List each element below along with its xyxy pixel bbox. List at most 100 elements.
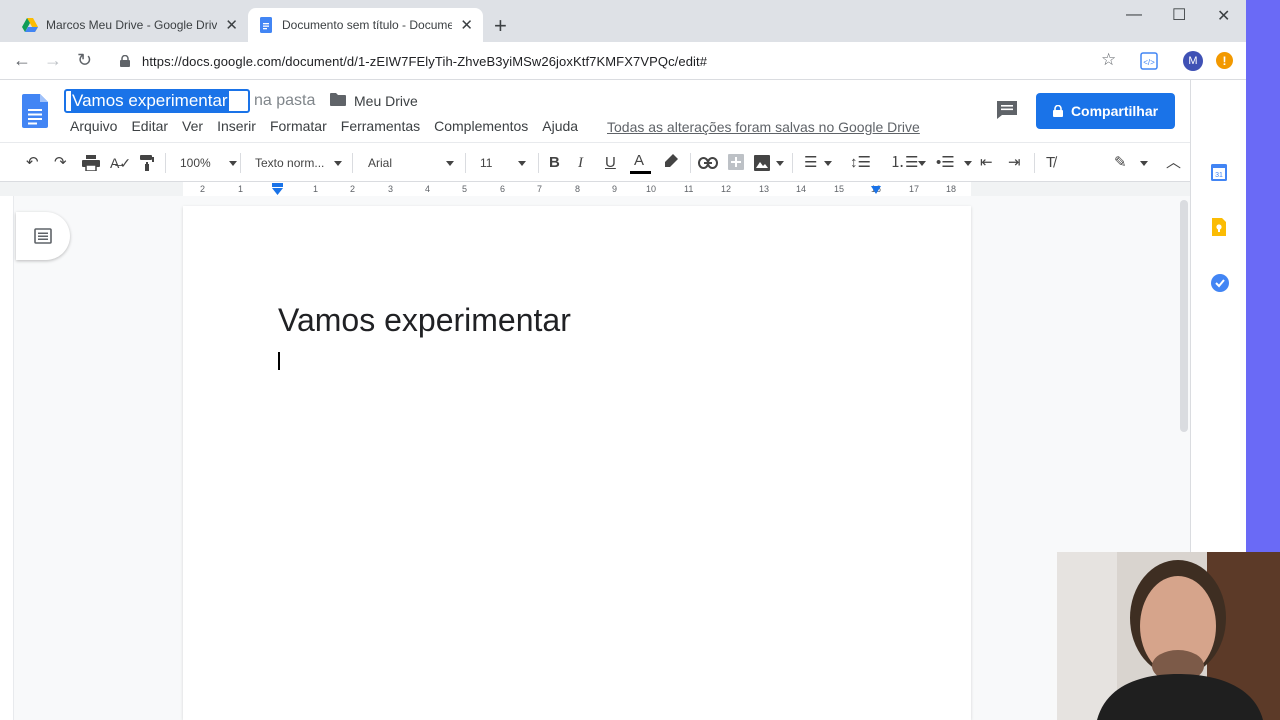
chevron-down-icon[interactable] (776, 161, 784, 166)
vertical-ruler (0, 196, 14, 720)
zoom-select[interactable]: 100% (180, 154, 237, 172)
menu-inserir[interactable]: Inserir (217, 118, 256, 134)
menu-bar: Arquivo Editar Ver Inserir Formatar Ferr… (70, 118, 592, 134)
decrease-indent-icon[interactable]: ⇤ (980, 153, 993, 173)
webcam-overlay (1057, 552, 1280, 720)
tasks-icon[interactable] (1211, 274, 1229, 292)
insert-image-icon[interactable] (754, 155, 770, 171)
insert-link-icon[interactable] (698, 157, 718, 169)
menu-formatar[interactable]: Formatar (270, 118, 327, 134)
ruler-label: 11 (684, 184, 694, 194)
toolbar-separator (165, 153, 166, 173)
chevron-down-icon[interactable] (964, 161, 972, 166)
lock-icon (120, 55, 130, 67)
chevron-down-icon[interactable] (824, 161, 832, 166)
reload-icon[interactable]: ↻ (77, 50, 92, 71)
paragraph-style-value: Texto norm... (255, 156, 325, 170)
ruler-label: 14 (796, 184, 807, 194)
toolbar-separator (465, 153, 466, 173)
extension-icon[interactable]: </> (1140, 52, 1158, 70)
bookmark-star-icon[interactable]: ☆ (1101, 50, 1116, 70)
comments-icon[interactable] (996, 100, 1018, 120)
url-text: https://docs.google.com/document/d/1-zEI… (142, 53, 708, 69)
align-left-icon[interactable]: ☰ (804, 153, 817, 173)
underline-icon[interactable]: U (605, 153, 616, 173)
toolbar-separator (240, 153, 241, 173)
close-tab-icon[interactable]: ✕ (460, 16, 473, 34)
back-icon[interactable]: ← (13, 50, 31, 71)
chevron-down-icon (228, 161, 237, 167)
font-select[interactable]: Arial (368, 154, 455, 172)
clear-formatting-icon[interactable]: T̸ (1046, 153, 1055, 173)
profile-initial: M (1188, 55, 1198, 67)
chevron-down-icon[interactable] (918, 161, 926, 166)
chevron-down-icon[interactable] (1140, 161, 1148, 166)
paint-format-icon[interactable] (140, 155, 154, 171)
tab-google-drive[interactable]: Marcos Meu Drive - Google Driv ✕ (12, 8, 248, 42)
ruler-label: 13 (759, 184, 770, 194)
browser-tab-bar: Marcos Meu Drive - Google Driv ✕ Documen… (0, 0, 1246, 42)
document-title-text: Vamos experimentar (71, 91, 229, 111)
toolbar-separator (352, 153, 353, 173)
tab-title: Documento sem título - Docume (282, 18, 453, 32)
font-size-select[interactable]: 11 (480, 154, 527, 172)
menu-ferramentas[interactable]: Ferramentas (341, 118, 420, 134)
calendar-icon[interactable]: 31 (1211, 163, 1227, 181)
bulleted-list-icon[interactable]: •☰ (936, 153, 955, 173)
document-page[interactable] (183, 206, 971, 720)
new-tab-button[interactable]: + (494, 13, 507, 39)
toolbar-separator (1034, 153, 1035, 173)
document-heading-text[interactable]: Vamos experimentar (278, 302, 571, 339)
toolbar-separator (792, 153, 793, 173)
text-color-icon[interactable]: A (634, 151, 644, 171)
menu-ver[interactable]: Ver (182, 118, 203, 134)
insert-comment-icon[interactable] (728, 154, 744, 170)
document-title-input[interactable]: Vamos experimentar (64, 89, 250, 113)
profile-avatar[interactable]: M (1183, 51, 1203, 71)
ruler-label: 4 (425, 184, 431, 194)
ruler-label: 5 (462, 184, 468, 194)
right-indent-marker-icon[interactable] (871, 186, 881, 194)
close-window-icon[interactable]: ✕ (1217, 6, 1230, 26)
redo-icon[interactable]: ↷ (54, 153, 67, 173)
tab-google-docs[interactable]: Documento sem título - Docume ✕ (248, 8, 483, 42)
saved-status-link[interactable]: Todas as alterações foram salvas no Goog… (607, 119, 920, 135)
document-outline-button[interactable] (16, 212, 70, 260)
horizontal-ruler: 2 1 1 2 3 4 5 6 7 8 9 10 11 12 13 14 15 … (0, 182, 1190, 196)
svg-text:31: 31 (1215, 172, 1223, 179)
editing-mode-icon[interactable]: ✎ (1114, 153, 1127, 173)
italic-icon[interactable]: I (578, 153, 583, 173)
keep-icon[interactable] (1212, 218, 1226, 236)
forward-icon[interactable]: → (44, 50, 62, 71)
line-spacing-icon[interactable]: ↕☰ (850, 153, 871, 173)
minimize-icon[interactable]: — (1126, 6, 1142, 24)
ruler-label: 17 (909, 184, 920, 194)
highlight-color-icon[interactable] (664, 154, 678, 170)
spellcheck-icon[interactable]: A̶✓ (110, 153, 131, 173)
folder-icon (330, 93, 346, 106)
chevron-up-icon[interactable]: ︿ (1166, 153, 1181, 173)
paragraph-style-select[interactable]: Texto norm... (255, 154, 343, 172)
ruler-label: 12 (721, 184, 732, 194)
google-docs-logo-icon[interactable] (22, 94, 48, 128)
url-field[interactable]: https://docs.google.com/document/d/1-zEI… (110, 46, 1130, 76)
maximize-icon[interactable]: ☐ (1172, 5, 1186, 25)
share-label: Compartilhar (1070, 103, 1159, 119)
print-icon[interactable] (82, 155, 100, 171)
undo-icon[interactable]: ↶ (26, 153, 39, 173)
numbered-list-icon[interactable]: ⒈☰ (890, 153, 918, 173)
update-alert-icon[interactable]: ! (1216, 52, 1233, 69)
increase-indent-icon[interactable]: ⇥ (1008, 153, 1021, 173)
ruler-label: 9 (612, 184, 618, 194)
menu-complementos[interactable]: Complementos (434, 118, 528, 134)
share-button[interactable]: Compartilhar (1036, 93, 1175, 129)
text-cursor (278, 352, 280, 370)
left-indent-marker-icon[interactable] (272, 183, 283, 195)
bold-icon[interactable]: B (549, 153, 560, 173)
menu-ajuda[interactable]: Ajuda (542, 118, 578, 134)
folder-name-link[interactable]: Meu Drive (354, 93, 418, 109)
menu-arquivo[interactable]: Arquivo (70, 118, 117, 134)
close-tab-icon[interactable]: ✕ (225, 16, 238, 34)
menu-editar[interactable]: Editar (131, 118, 168, 134)
vertical-scrollbar[interactable] (1180, 200, 1188, 432)
